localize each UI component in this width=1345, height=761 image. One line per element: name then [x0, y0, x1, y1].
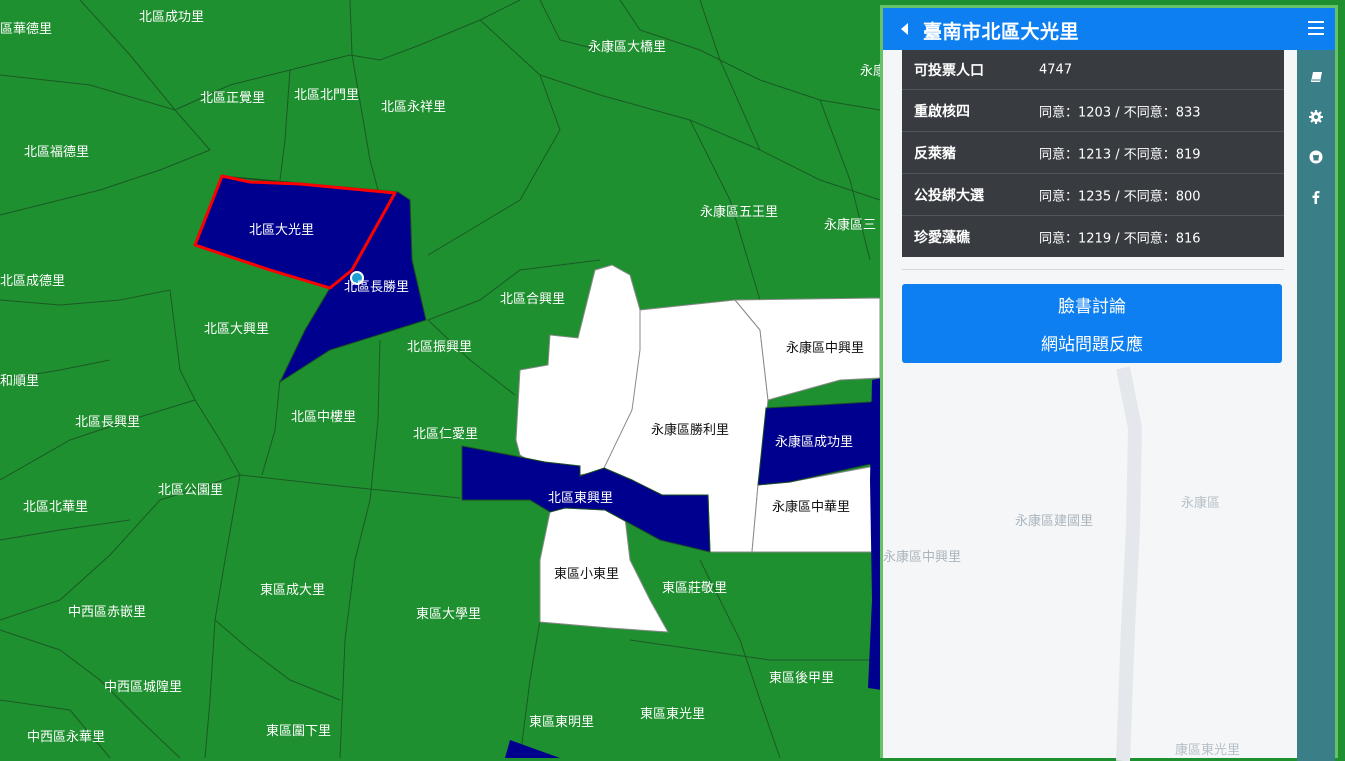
info-row: 反萊豬 同意：1213 / 不同意：819: [902, 131, 1284, 173]
label-zhuangjing: 東區莊敬里: [662, 580, 727, 596]
info-row: 重啟核四 同意：1203 / 不同意：833: [902, 89, 1284, 131]
info-row: 可投票人口 4747: [902, 50, 1284, 89]
label-daxue: 東區大學里: [416, 606, 481, 622]
label-yonghua: 中西區永華里: [27, 730, 105, 745]
label-zhenxing: 北區振興里: [407, 340, 472, 355]
info-row-key: 重啟核四: [914, 103, 970, 120]
label-zhengjue: 北區正覺里: [200, 91, 265, 106]
info-row-value: 同意：1219 / 不同意：816: [1039, 231, 1201, 246]
info-row-value: 同意：1203 / 不同意：833: [1039, 105, 1201, 120]
divider: [902, 269, 1284, 270]
panel-header: 臺南市北區大光里: [883, 8, 1335, 50]
label-wuwang: 永康區五王里: [700, 204, 778, 220]
label-dongxing: 北區東興里: [548, 490, 613, 506]
github-icon[interactable]: [1297, 146, 1335, 168]
info-panel: 永康區建國里 永康區中興里 永康區 康區東光里 臺南市北區大光里 可投票人口 47…: [880, 5, 1338, 761]
label-daqiao: 永康區大橋里: [588, 39, 666, 55]
action-buttons: 臉書討論 網站問題反應: [902, 284, 1282, 363]
panel-bleed-label-2: 永康區中興里: [883, 549, 961, 565]
info-row-key: 反萊豬: [914, 145, 956, 162]
report-issue-button[interactable]: 網站問題反應: [902, 330, 1282, 355]
panel-bleed-label-1: 永康區建國里: [1015, 513, 1093, 529]
label-heshun: 和順里: [0, 374, 39, 389]
label-chengde: 北區成德里: [0, 274, 65, 289]
label-dongguang: 東區東光里: [640, 706, 705, 722]
label-chenggong: 北區成功里: [139, 10, 204, 25]
label-yongk-san: 永康區三: [824, 217, 876, 233]
info-row-key: 可投票人口: [914, 62, 984, 79]
label-beimen: 北區北門里: [294, 88, 359, 103]
label-yongxiang: 北區永祥里: [381, 100, 446, 115]
label-chenghuang: 中西區城隍里: [104, 680, 182, 695]
label-xiaodong: 東區小東里: [554, 566, 619, 582]
label-yuanxia: 東區圍下里: [266, 723, 331, 739]
panel-bleed-road: [1116, 366, 1143, 761]
panel-bleed-label-3: 永康區: [1181, 495, 1220, 511]
facebook-discussion-button[interactable]: 臉書討論: [902, 292, 1282, 317]
label-huade: 區華德里: [0, 22, 52, 37]
label-chiqian: 中西區赤嵌里: [68, 605, 146, 620]
info-row-value: 4747: [1039, 62, 1073, 77]
side-rail: [1297, 50, 1335, 761]
label-chengda: 東區成大里: [260, 582, 325, 598]
info-row-value: 同意：1235 / 不同意：800: [1039, 189, 1201, 204]
label-fude: 北區福德里: [24, 145, 89, 160]
back-arrow-icon[interactable]: [901, 23, 908, 35]
label-gongyuan: 北區公園里: [158, 483, 223, 498]
info-row-key: 公投綁大選: [914, 187, 984, 204]
label-beihua: 北區北華里: [23, 500, 88, 515]
label-zhonglou: 北區中樓里: [291, 410, 356, 425]
vote-info-table: 可投票人口 4747 重啟核四 同意：1203 / 不同意：833 反萊豬 同意：1213…: [902, 50, 1284, 257]
label-houjia: 東區後甲里: [769, 670, 834, 686]
label-daguang: 北區大光里: [249, 223, 314, 238]
label-zhonghua-y: 永康區中華里: [772, 499, 850, 515]
book-icon[interactable]: [1297, 66, 1335, 88]
hamburger-menu-icon[interactable]: [1308, 21, 1324, 35]
info-row: 公投綁大選 同意：1235 / 不同意：800: [902, 173, 1284, 215]
label-shengli-y: 永康區勝利里: [651, 422, 729, 438]
label-dongming: 東區東明里: [529, 714, 594, 730]
info-row-value: 同意：1213 / 不同意：819: [1039, 147, 1201, 162]
label-renai: 北區仁愛里: [413, 427, 478, 442]
info-row: 珍愛藻礁 同意：1219 / 不同意：816: [902, 215, 1284, 257]
label-daxing: 北區大興里: [204, 322, 269, 337]
label-changsheng: 北區長勝里: [344, 280, 409, 295]
label-zhongxing-y: 永康區中興里: [786, 340, 864, 356]
gear-icon[interactable]: [1297, 106, 1335, 128]
label-changxing: 北區長興里: [75, 415, 140, 430]
facebook-icon[interactable]: [1297, 186, 1335, 208]
panel-bleed-label-4: 康區東光里: [1175, 742, 1240, 758]
label-chenggong-y: 永康區成功里: [775, 434, 853, 450]
label-hexing: 北區合興里: [500, 292, 565, 307]
info-row-key: 珍愛藻礁: [914, 229, 970, 246]
panel-title: 臺南市北區大光里: [923, 21, 1080, 43]
